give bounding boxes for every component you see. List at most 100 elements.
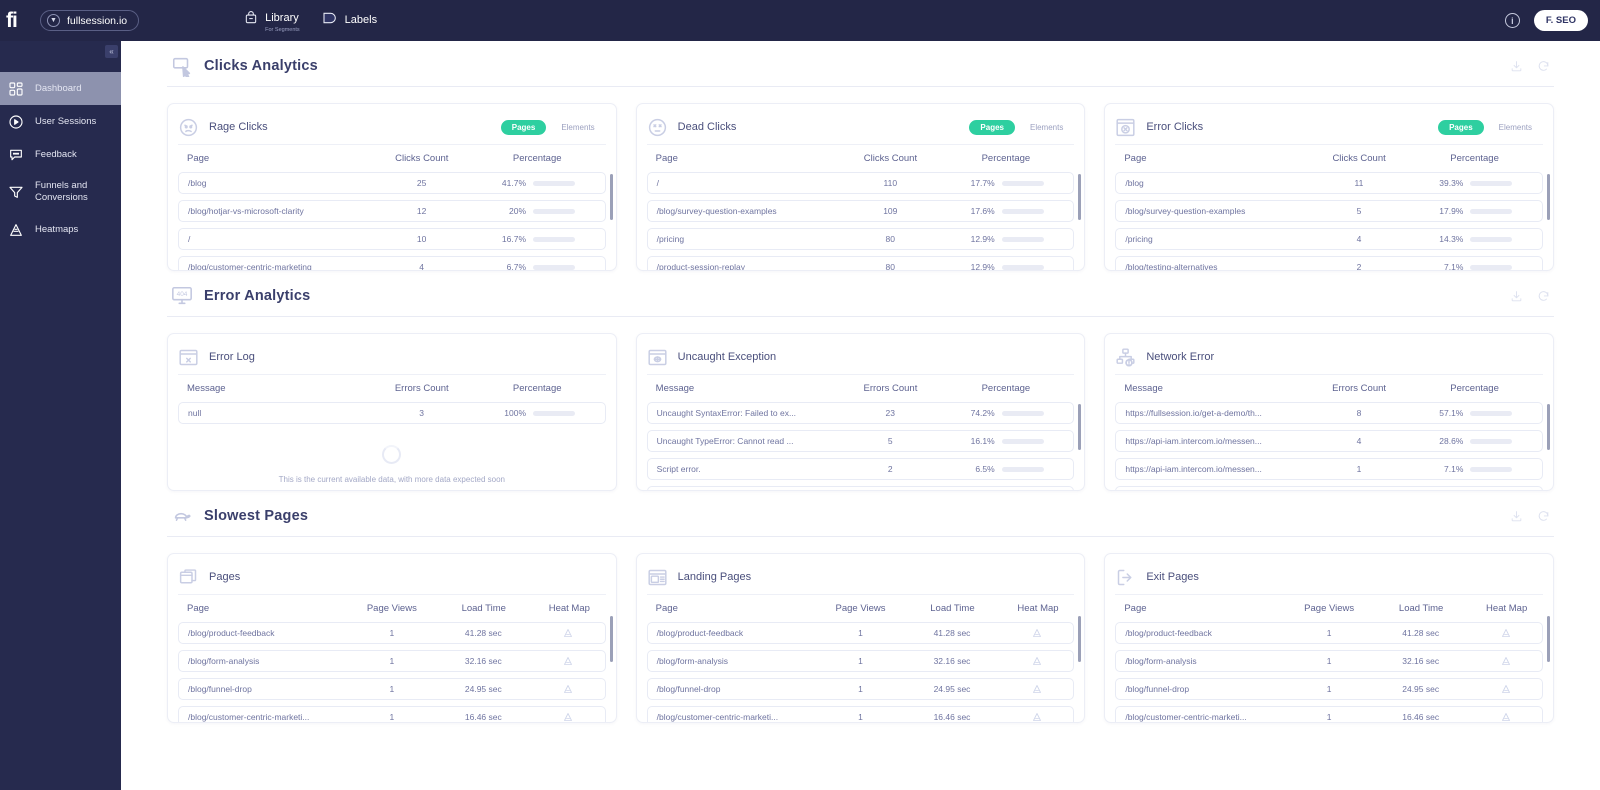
pages-elements-toggle: Pages Elements — [1438, 119, 1543, 135]
card-landing-pages: Landing Pages Page Page Views Load Time Heat… — [635, 553, 1086, 723]
sidebar: « Dashboard User Sessions Feedback Funnels … — [0, 41, 121, 790]
heatmap-icon[interactable] — [562, 655, 574, 667]
heatmap-icon[interactable] — [1031, 627, 1043, 639]
toggle-option-elements[interactable]: Elements — [1019, 120, 1074, 135]
table-row[interactable]: Uncaught SyntaxError: Failed to ex... 23 7… — [646, 402, 1075, 424]
table-row[interactable]: /blog/customer-centric-marketi... 1 16.46 … — [178, 706, 606, 722]
heatmap-icon[interactable] — [1031, 655, 1043, 667]
sidebar-item-heatmaps[interactable]: Heatmaps — [0, 213, 121, 246]
top-nav-library[interactable]: Library For Segments — [244, 8, 300, 33]
column-header: Clicks Count — [1332, 153, 1386, 164]
table-row[interactable]: /blog/form-analysis 1 32.16 sec — [1115, 650, 1544, 672]
card-scrollbar[interactable] — [1547, 174, 1551, 220]
cell-page-views: 1 — [1326, 684, 1332, 694]
table-row[interactable]: /blog/customer-centric-marketi... 1 16.46 … — [646, 706, 1075, 722]
refresh-icon[interactable] — [1537, 290, 1550, 303]
refresh-icon[interactable] — [1537, 60, 1550, 73]
table-row[interactable]: /blog/form-analysis 1 32.16 sec — [178, 650, 606, 672]
info-icon[interactable]: i — [1504, 13, 1520, 28]
percentage-value: 17.7% — [970, 178, 995, 188]
heatmap-icon[interactable] — [1500, 655, 1512, 667]
table-row[interactable]: /blog/customer-centric-marketi... 1 16.46 … — [1115, 706, 1544, 722]
table-row[interactable]: /blog/form-analysis 1 32.16 sec — [646, 650, 1075, 672]
column-header: Page — [655, 153, 678, 164]
section-title: Clicks Analytics — [204, 58, 318, 74]
table-row[interactable]: /pricing 80 12.9% — [646, 228, 1075, 250]
table-row[interactable]: /product-session-replay 80 12.9% — [646, 256, 1075, 270]
cell-count: 4 — [419, 262, 424, 271]
table-row[interactable]: /blog/product-feedback 1 41.28 sec — [1115, 622, 1544, 644]
download-icon[interactable] — [1510, 290, 1523, 303]
cell-count: 80 — [885, 234, 896, 244]
landing-page-icon — [647, 567, 668, 588]
heatmap-icon[interactable] — [1500, 711, 1512, 722]
sidebar-item-user-sessions[interactable]: User Sessions — [0, 105, 121, 138]
heatmap-icon[interactable] — [1500, 683, 1512, 695]
card-scrollbar[interactable] — [609, 174, 613, 220]
section-clicks-analytics: Clicks Analytics Rage Clicks Pages Elements… — [167, 55, 1555, 271]
table-row[interactable]: /pricing 4 14.3% — [1115, 228, 1544, 250]
table-row[interactable]: /blog/funnel-drop 1 24.95 sec — [1115, 678, 1544, 700]
section-actions — [1510, 60, 1550, 73]
table-row[interactable]: /blog/product-feedback 1 41.28 sec — [178, 622, 606, 644]
heatmap-icon[interactable] — [562, 683, 574, 695]
table-row[interactable]: /blog/testing-alternatives 2 7.1% — [1115, 256, 1544, 270]
column-header: Load Time — [1398, 603, 1444, 614]
percentage-value: 100% — [504, 408, 527, 418]
table-row[interactable]: Script error. 2 6.5% — [646, 458, 1075, 480]
table-row[interactable]: https://api-iam.intercom.io/messen...17.… — [1115, 486, 1544, 490]
sidebar-item-dashboard[interactable]: Dashboard — [0, 72, 121, 105]
table-row[interactable]: /blog/survey-question-examples 109 17.6% — [646, 200, 1075, 222]
toggle-option-elements[interactable]: Elements — [550, 120, 605, 135]
heatmap-icon[interactable] — [562, 711, 574, 722]
top-nav: Library For Segments Labels — [244, 8, 377, 33]
user-account-button[interactable]: F. SEO — [1533, 10, 1588, 31]
download-icon[interactable] — [1510, 60, 1523, 73]
percentage-value: 16.7% — [501, 234, 527, 244]
cell-page: / — [188, 234, 191, 244]
card-scrollbar[interactable] — [1078, 616, 1082, 662]
card-title: Landing Pages — [677, 571, 752, 583]
table-row[interactable]: / 10 16.7% — [178, 228, 606, 250]
card-scrollbar[interactable] — [1547, 404, 1551, 450]
cell-page: /blog/form-analysis — [1125, 656, 1197, 666]
table-row[interactable]: /blog/customer-centric-marketing 4 6.7% — [178, 256, 606, 271]
heatmap-icon[interactable] — [1500, 627, 1512, 639]
table-row[interactable]: /blog/funnel-drop 1 24.95 sec — [646, 678, 1075, 700]
refresh-icon[interactable] — [1537, 510, 1550, 523]
table-row[interactable]: https://fullsession.io/get-a-demo/th... 8… — [1115, 402, 1544, 424]
site-selector[interactable]: ▼ fullsession.io — [40, 10, 140, 31]
card-scrollbar[interactable] — [1547, 616, 1551, 662]
toggle-option-pages[interactable]: Pages — [1438, 119, 1484, 135]
table-row[interactable]: https://api-iam.intercom.io/messen...17.… — [1115, 458, 1544, 480]
table-row[interactable]: /blog/product-feedback 1 41.28 sec — [646, 622, 1075, 644]
card-error-log: Error Log Message Errors Count Percentage nu… — [167, 333, 617, 491]
cell-page: /pricing — [1125, 234, 1153, 244]
download-icon[interactable] — [1510, 510, 1523, 523]
heatmap-icon[interactable] — [562, 627, 574, 639]
table-row[interactable]: https://api-iam.intercom.io/messen... 4 28… — [1115, 430, 1544, 452]
top-nav-labels[interactable]: Labels — [322, 11, 377, 30]
column-header: Load Time — [461, 603, 506, 614]
table-row[interactable]: Uncaught ReferenceError: lib not ...13.2… — [646, 486, 1075, 490]
table-row[interactable]: /blog 11 39.3% — [1115, 172, 1544, 194]
heatmap-icon[interactable] — [1031, 683, 1043, 695]
table-row[interactable]: /blog/funnel-drop 1 24.95 sec — [178, 678, 606, 700]
card-scrollbar[interactable] — [1078, 404, 1082, 450]
sidebar-collapse-button[interactable]: « — [105, 45, 118, 58]
toggle-option-elements[interactable]: Elements — [1488, 120, 1543, 135]
table-row[interactable]: / 110 17.7% — [646, 172, 1075, 194]
toggle-option-pages[interactable]: Pages — [969, 119, 1015, 135]
table-row[interactable]: Uncaught TypeError: Cannot read ... 5 16.1… — [646, 430, 1075, 452]
toggle-option-pages[interactable]: Pages — [500, 119, 547, 135]
card-scrollbar[interactable] — [609, 616, 613, 662]
sidebar-item-feedback[interactable]: Feedback — [0, 138, 121, 171]
table-row[interactable]: /blog/survey-question-examples 5 17.9% — [1115, 200, 1544, 222]
table-row[interactable]: /blog/hotjar-vs-microsoft-clarity 12 20% — [178, 200, 606, 222]
heatmap-icon[interactable] — [1031, 711, 1043, 722]
percentage-bar — [1001, 236, 1044, 242]
table-row[interactable]: null 3 100% — [178, 402, 606, 424]
table-row[interactable]: /blog 25 41.7% — [178, 172, 606, 194]
sidebar-item-funnels-and-conversions[interactable]: Funnels and Conversions — [0, 171, 121, 213]
card-scrollbar[interactable] — [1078, 174, 1082, 220]
